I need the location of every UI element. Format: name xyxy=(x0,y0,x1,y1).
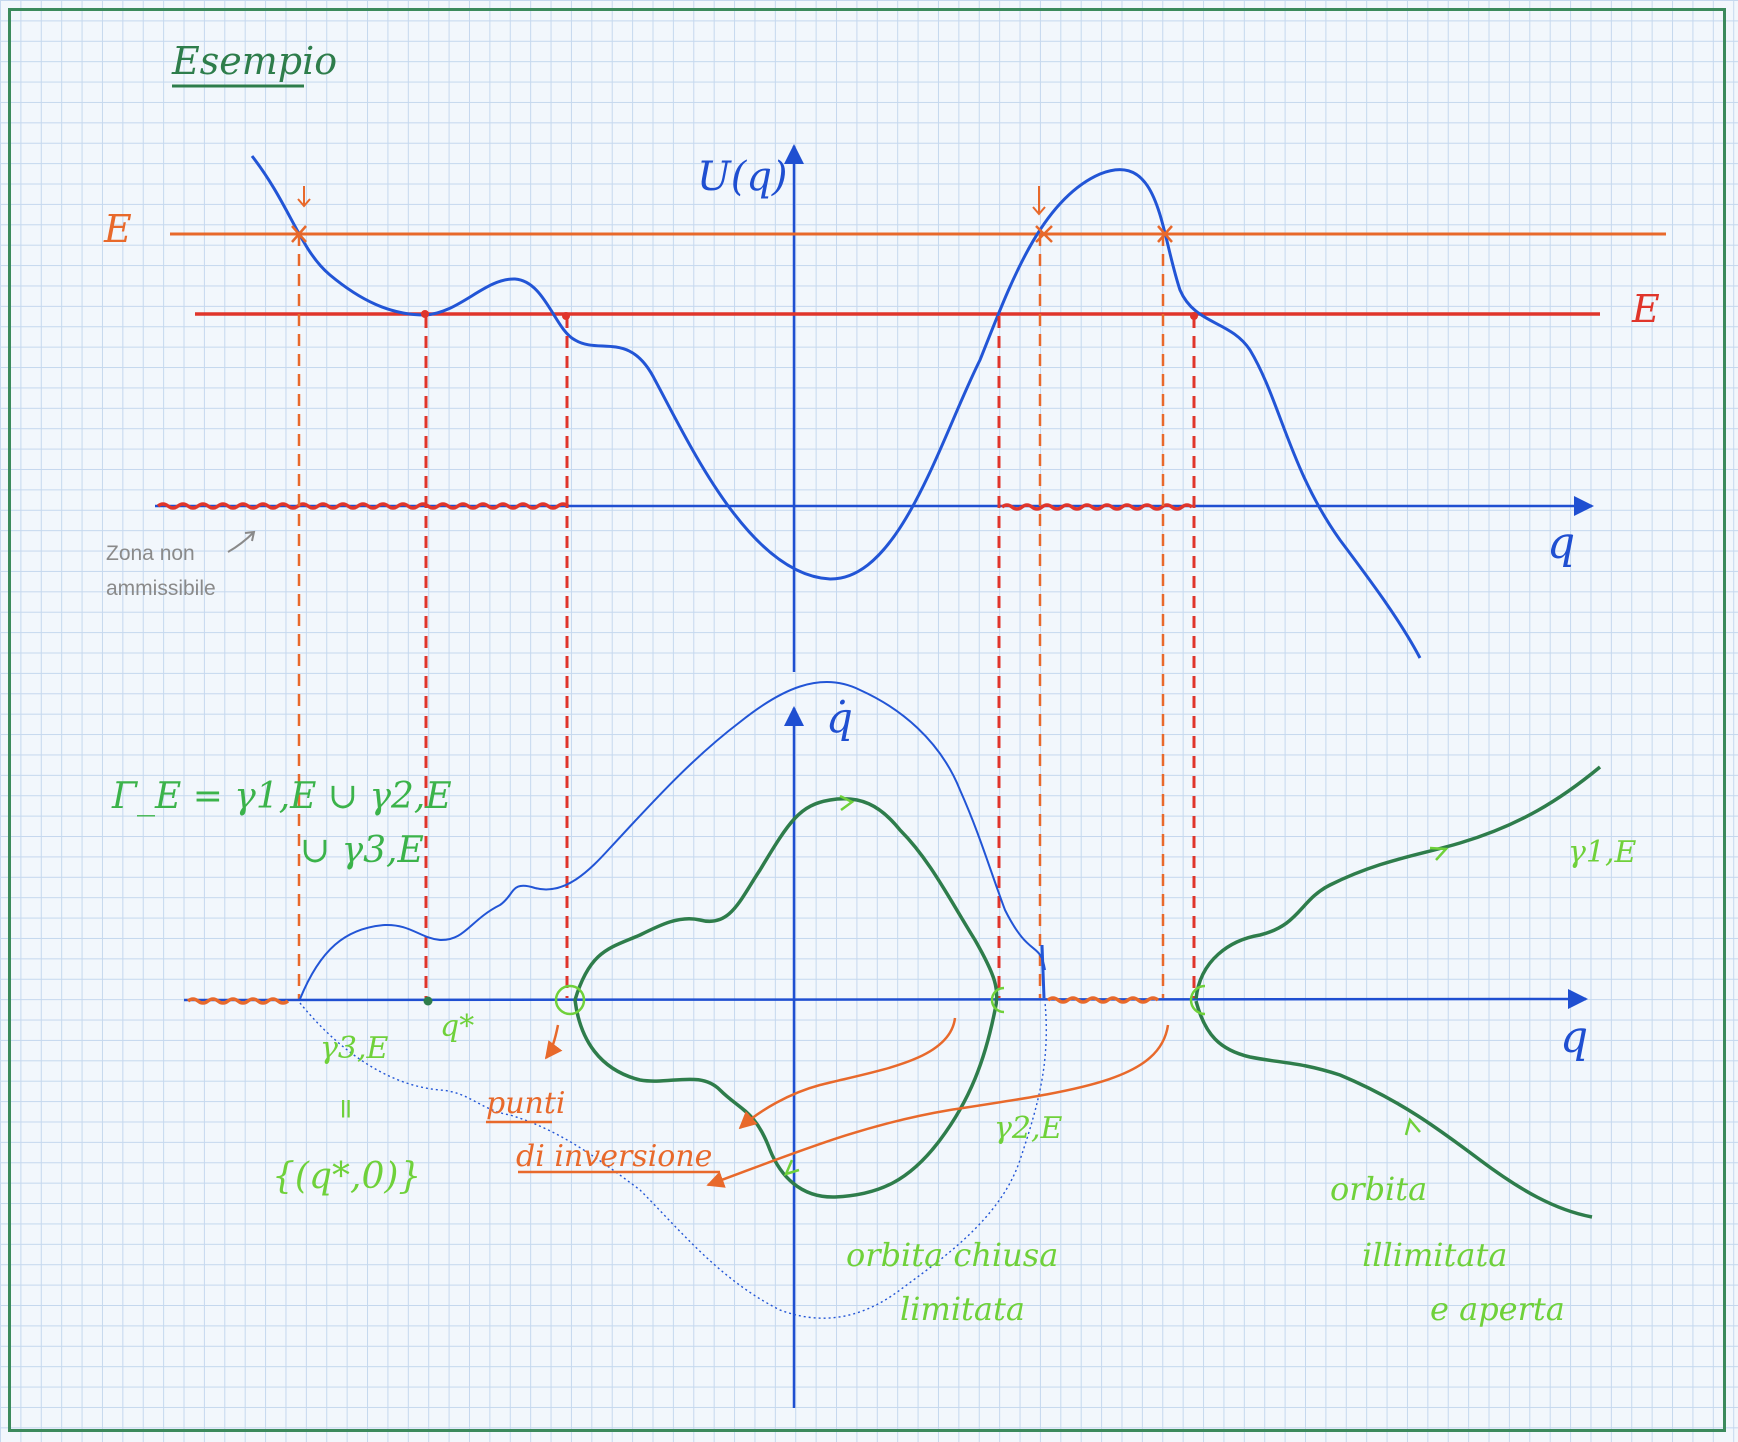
open-orbit-label: orbita xyxy=(1330,1170,1427,1208)
gamma3-label: γ3,E xyxy=(320,1031,389,1066)
gamma1-label: γ1,E xyxy=(1568,835,1637,870)
energy-high-label: E xyxy=(103,207,132,251)
diagram-canvas: Esempio U(q) q E E Zona non ammissibile … xyxy=(103,39,1666,1408)
title: Esempio xyxy=(171,39,337,83)
forbidden-zone-note: Zona non xyxy=(106,542,195,565)
open-orbit-label: illimitata xyxy=(1362,1236,1507,1274)
pointer-arrow xyxy=(738,1017,957,1130)
pointer-arrow xyxy=(544,1024,563,1060)
note-arrow xyxy=(227,530,256,553)
qdot-axis-label: q̇ xyxy=(826,693,853,742)
closed-orbit-label: orbita chiusa xyxy=(846,1236,1058,1274)
q-axis-bottom-label: q xyxy=(1560,1012,1588,1063)
projection-lines xyxy=(297,234,1196,1000)
energy-low-label: E xyxy=(1631,287,1660,331)
gamma2-label: γ2,E xyxy=(994,1111,1063,1146)
phase-curve-blue-tick xyxy=(1040,944,1046,999)
closed-orbit xyxy=(573,797,999,1199)
gamma3-equals: = xyxy=(330,1097,363,1120)
open-orbit-label: e aperta xyxy=(1430,1290,1565,1328)
forbidden-zone-note: ammissibile xyxy=(106,577,216,600)
arrow-down-marker xyxy=(297,186,311,208)
u-axis-label: U(q) xyxy=(697,154,788,200)
equilibrium-label: q* xyxy=(440,1009,474,1044)
q-axis-top-label: q xyxy=(1547,518,1575,569)
closed-orbit-label: limitata xyxy=(900,1290,1025,1328)
arrow-down-marker xyxy=(1032,186,1046,216)
inversion-points-label: punti xyxy=(486,1086,566,1121)
equilibrium-point xyxy=(423,996,433,1006)
orbit-direction-arrow xyxy=(783,1159,800,1176)
q-axis-bottom xyxy=(183,989,1588,1010)
open-orbit-upper xyxy=(1194,765,1602,1000)
gamma3-set: {(q*,0)} xyxy=(272,1156,421,1197)
gamma-union-label: Γ_E = γ1,E ∪ γ2,E xyxy=(111,776,452,817)
inversion-points-label: di inversione xyxy=(516,1139,712,1174)
orbit-direction-arrow xyxy=(1404,1117,1421,1136)
gamma-union-label: ∪ γ3,E xyxy=(300,830,424,871)
